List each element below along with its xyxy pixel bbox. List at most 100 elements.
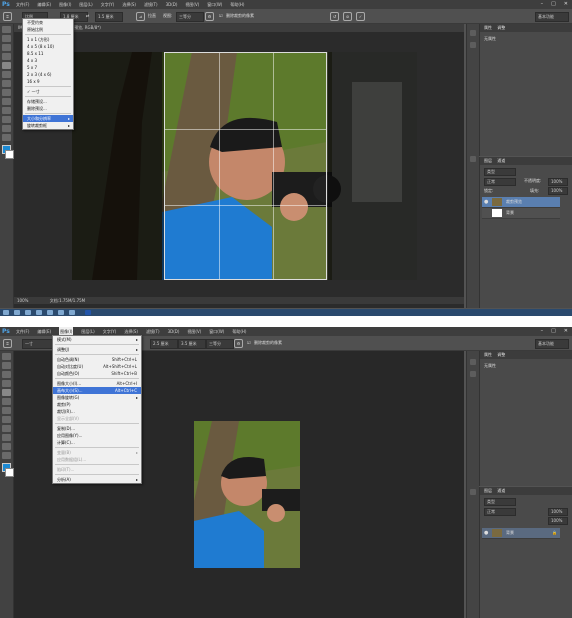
eraser-tool-icon[interactable]: [2, 116, 11, 123]
taskbar-app-icon[interactable]: [36, 310, 42, 315]
background-color-swatch[interactable]: [5, 150, 14, 159]
blend-mode-select[interactable]: 正常: [484, 178, 516, 186]
crop-tool-icon[interactable]: ⌗: [3, 12, 12, 21]
healing-tool-icon[interactable]: [2, 407, 11, 414]
dodge-tool-icon[interactable]: [2, 134, 11, 141]
crop-tool-icon[interactable]: [2, 389, 11, 396]
history-brush-icon[interactable]: [2, 107, 11, 114]
width-field[interactable]: 2.5 厘米: [150, 339, 178, 349]
layer-kind-filter[interactable]: 类型: [484, 498, 516, 506]
height-field[interactable]: 3.5 厘米: [178, 339, 206, 349]
fill-field[interactable]: 100%: [548, 187, 568, 195]
layers-panel-icon[interactable]: [470, 489, 476, 495]
menu-item[interactable]: 旋转裁剪框 ▸: [23, 122, 73, 129]
menu-item[interactable]: 计算(C)...: [53, 439, 141, 446]
tab-properties[interactable]: 属性: [484, 352, 492, 357]
lasso-tool-icon[interactable]: [2, 371, 11, 378]
menu-window[interactable]: 窗口(W): [207, 0, 222, 9]
menu-item[interactable]: 1 x 1 (方形): [23, 36, 73, 43]
layer-row[interactable]: 背景: [482, 208, 560, 219]
menu-item[interactable]: 裁剪(P): [53, 401, 141, 408]
tab-layers[interactable]: 图层: [484, 488, 492, 493]
crop-box[interactable]: [164, 52, 327, 280]
menu-item[interactable]: 5 x 7: [23, 64, 73, 71]
menu-item[interactable]: 画布大小(S)... Alt+Ctrl+C: [53, 387, 141, 394]
move-tool-icon[interactable]: [2, 353, 11, 360]
reset-icon[interactable]: ↺: [330, 12, 339, 21]
gradient-tool-icon[interactable]: [2, 125, 11, 132]
menu-item[interactable]: 4 x 3: [23, 57, 73, 64]
view-select[interactable]: 三等分: [176, 12, 204, 22]
menu-layer[interactable]: 图层(L): [79, 0, 92, 9]
gradient-tool-icon[interactable]: [2, 452, 11, 459]
fill-field[interactable]: 100%: [548, 517, 568, 525]
taskbar-photoshop-icon[interactable]: [85, 310, 91, 315]
layer-kind-filter[interactable]: 类型: [484, 168, 516, 176]
settings-gear-icon[interactable]: ⚙: [205, 12, 214, 21]
taskbar-app-icon[interactable]: [69, 310, 75, 315]
brush-tool-icon[interactable]: [2, 416, 11, 423]
menu-item[interactable]: 图像旋转(G) ▸: [53, 394, 141, 401]
document-tab[interactable]: IMG_3719.jpg @ 100% (裁剪预览, RGB/8*): [14, 24, 464, 32]
history-panel-icon[interactable]: [470, 359, 476, 365]
menu-select[interactable]: 选择(S): [122, 0, 136, 9]
height-field[interactable]: 1.5 厘米: [95, 12, 123, 22]
properties-panel-icon[interactable]: [470, 371, 476, 377]
opacity-field[interactable]: 100%: [548, 178, 568, 186]
brush-tool-icon[interactable]: [2, 89, 11, 96]
tab-properties[interactable]: 属性: [484, 25, 492, 30]
marquee-tool-icon[interactable]: [2, 35, 11, 42]
opacity-field[interactable]: 100%: [548, 508, 568, 516]
visibility-eye-icon[interactable]: ●: [484, 528, 488, 538]
minimize-button[interactable]: –: [541, 327, 544, 336]
menu-item[interactable]: 应用图像(Y)...: [53, 432, 141, 439]
properties-panel-icon[interactable]: [470, 42, 476, 48]
menu-filter[interactable]: 滤镜(T): [144, 0, 158, 9]
layers-panel-icon[interactable]: [470, 156, 476, 162]
maximize-button[interactable]: □: [551, 327, 556, 336]
quick-select-tool-icon[interactable]: [2, 380, 11, 387]
workspace-select[interactable]: 基本功能: [535, 12, 569, 22]
menu-help[interactable]: 帮助(H): [230, 0, 244, 9]
menu-window[interactable]: 窗口(W): [209, 327, 224, 336]
move-tool-icon[interactable]: [2, 26, 11, 33]
taskbar-app-icon[interactable]: [25, 310, 31, 315]
tab-layers[interactable]: 图层: [484, 158, 492, 163]
eyedropper-tool-icon[interactable]: [2, 71, 11, 78]
eraser-tool-icon[interactable]: [2, 443, 11, 450]
menu-edit[interactable]: 编辑(E): [37, 0, 51, 9]
stamp-tool-icon[interactable]: [2, 98, 11, 105]
healing-tool-icon[interactable]: [2, 80, 11, 87]
menu-edit[interactable]: 编辑(E): [37, 327, 51, 336]
workspace-select[interactable]: 基本功能: [535, 339, 569, 349]
close-button[interactable]: ✕: [564, 0, 568, 9]
delete-cropped-checkbox[interactable]: ☑: [247, 336, 251, 350]
menu-item[interactable]: 存储预设...: [23, 98, 73, 105]
marquee-tool-icon[interactable]: [2, 362, 11, 369]
swap-icon[interactable]: ⇄: [86, 9, 89, 23]
menu-item[interactable]: 不受约束: [23, 19, 73, 26]
menu-view[interactable]: 视图(V): [185, 0, 199, 9]
blend-mode-select[interactable]: 正常: [484, 508, 516, 516]
cancel-icon[interactable]: ⊘: [343, 12, 352, 21]
menu-view[interactable]: 视图(V): [187, 327, 201, 336]
menu-file[interactable]: 文件(F): [16, 327, 29, 336]
menu-item[interactable]: ✓ 一寸: [23, 88, 73, 95]
history-panel-icon[interactable]: [470, 30, 476, 36]
tab-adjustments[interactable]: 调整: [497, 352, 505, 357]
menu-help[interactable]: 帮助(H): [232, 327, 246, 336]
settings-gear-icon[interactable]: ⚙: [234, 339, 243, 348]
tab-channels[interactable]: 通道: [497, 158, 505, 163]
menu-file[interactable]: 文件(F): [16, 0, 29, 9]
quick-select-tool-icon[interactable]: [2, 53, 11, 60]
layer-row[interactable]: ● 背景 🔒: [482, 528, 560, 539]
menu-image[interactable]: 图像(I): [59, 0, 71, 9]
straighten-icon[interactable]: ⊿: [136, 12, 145, 21]
zoom-level[interactable]: 100%: [17, 298, 28, 303]
taskbar-app-icon[interactable]: [14, 310, 20, 315]
history-brush-icon[interactable]: [2, 434, 11, 441]
menu-item[interactable]: 自动颜色(O) Shift+Ctrl+B: [53, 370, 141, 377]
menu-item[interactable]: 8.5 x 11: [23, 50, 73, 57]
minimize-button[interactable]: –: [541, 0, 544, 9]
taskbar-app-icon[interactable]: [47, 310, 53, 315]
